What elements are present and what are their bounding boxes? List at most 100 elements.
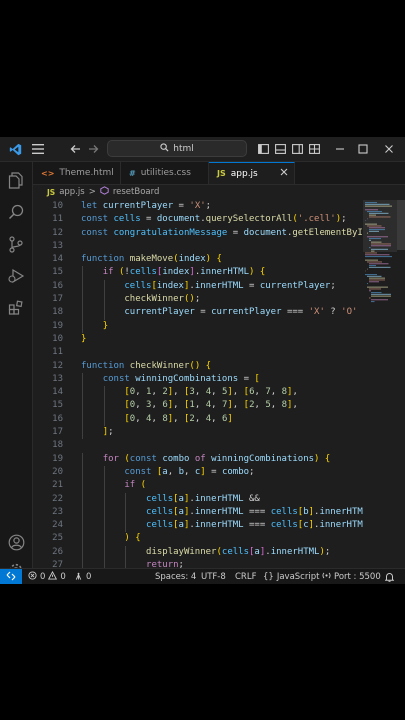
back-arrow-icon[interactable]	[68, 137, 82, 161]
indent-guide	[82, 519, 83, 533]
indent-guide	[82, 319, 83, 333]
indent-guide	[82, 306, 83, 320]
indentation-indicator[interactable]: Spaces: 4	[155, 569, 196, 584]
problems-indicator[interactable]: 0 0	[28, 569, 66, 584]
indent-guide	[82, 372, 83, 387]
indent-guide	[103, 505, 105, 520]
explorer-icon[interactable]	[0, 166, 32, 194]
code-line[interactable]: 20 const [a, b, c] = combo;	[33, 465, 363, 480]
code-line[interactable]: 18 currentPlayer = currentPlayer === 'X'…	[33, 306, 363, 320]
code-line[interactable]: 27 return;	[33, 559, 363, 568]
encoding-indicator[interactable]: UTF-8	[201, 569, 226, 584]
warning-icon	[48, 570, 58, 583]
command-center-search[interactable]: html	[107, 140, 247, 157]
minimap-line	[369, 212, 389, 214]
code-line[interactable]: 17 ];	[33, 426, 363, 440]
code-line[interactable]: 14 function makeMove(index) {	[33, 253, 363, 266]
minimize-icon[interactable]	[333, 137, 347, 161]
ports-indicator[interactable]: 0	[74, 569, 91, 584]
minimap-line	[371, 241, 382, 243]
code-line[interactable]: 16 cells[index].innerHTML = currentPlaye…	[33, 279, 363, 294]
minimap-line	[367, 286, 388, 288]
accounts-icon[interactable]	[0, 528, 32, 556]
customize-layout-icon[interactable]	[307, 137, 321, 161]
maximize-icon[interactable]	[356, 137, 370, 161]
language-mode-indicator[interactable]: {} JavaScript	[263, 569, 319, 584]
code-line[interactable]: 22 cells[a].innerHTML &&	[33, 492, 363, 506]
minimap-line	[365, 223, 377, 225]
tab-theme-html[interactable]: <> Theme.html	[33, 162, 121, 184]
js-file-icon: JS	[217, 169, 226, 178]
code-editor[interactable]: 10 let currentPlayer = 'X'; 11 const cells …	[33, 200, 363, 568]
code-line[interactable]: 24 cells[a].innerHTML === cells[c].inner…	[33, 519, 363, 533]
code-line[interactable]: 10}	[33, 333, 363, 346]
search-sidebar-icon[interactable]	[0, 198, 32, 226]
eol-indicator[interactable]: CRLF	[235, 569, 256, 584]
code-text: const winningCombinations = [	[102, 373, 260, 384]
code-line[interactable]: 10 let currentPlayer = 'X';	[33, 200, 363, 213]
source-control-icon[interactable]	[0, 230, 32, 258]
minimap-line	[369, 239, 371, 241]
minimap-line	[367, 236, 388, 238]
minimap[interactable]	[363, 200, 397, 568]
ports-count: 0	[86, 572, 92, 582]
line-number: 20	[52, 466, 63, 477]
extensions-icon[interactable]	[0, 294, 32, 322]
code-line[interactable]: 12 function checkWinner() {	[33, 360, 363, 373]
minimap-line	[365, 203, 390, 205]
toggle-secondary-sidebar-icon[interactable]	[290, 137, 304, 161]
breadcrumb-symbol[interactable]: resetBoard	[113, 187, 160, 197]
toggle-sidebar-icon[interactable]	[256, 137, 270, 161]
code-line[interactable]: 23 cells[a].innerHTML === cells[b].inner…	[33, 505, 363, 520]
code-text: return;	[146, 560, 184, 568]
remote-indicator[interactable]	[0, 569, 22, 584]
indent-guide	[82, 559, 83, 568]
menu-icon[interactable]	[30, 137, 46, 161]
run-debug-icon[interactable]	[0, 262, 32, 290]
code-line[interactable]: 26 displayWinner(cells[a].innerHTML);	[33, 545, 363, 560]
code-line[interactable]: 12 const congratulationMessage = document…	[33, 227, 363, 240]
code-line[interactable]: 21 if (	[33, 479, 363, 493]
line-number: 10	[52, 201, 63, 211]
minimap-line	[371, 295, 391, 297]
js-file-icon: JS	[47, 187, 56, 197]
tab-app-js[interactable]: JS app.js	[209, 162, 295, 184]
code-line[interactable]: 15 if (!cells[index].innerHTML) {	[33, 266, 363, 280]
line-number: 15	[52, 267, 63, 278]
code-text: function makeMove(index) {	[81, 254, 222, 265]
toggle-panel-icon[interactable]	[273, 137, 287, 161]
indent-guide	[125, 519, 127, 533]
code-line[interactable]: 18	[33, 439, 363, 452]
tab-utilities-css[interactable]: # utilities.css	[121, 162, 209, 184]
code-text: cells[a].innerHTML === cells[b].innerHTM	[146, 506, 363, 517]
breadcrumb-file[interactable]: app.js	[59, 187, 85, 197]
minimap-line	[365, 259, 378, 261]
code-line[interactable]: 13 const winningCombinations = [	[33, 372, 363, 387]
code-text: cells[a].innerHTML === cells[c].innerHTM	[146, 520, 363, 531]
code-line[interactable]: 16 [0, 4, 8], [2, 4, 6]	[33, 412, 363, 427]
indent-guide	[103, 412, 105, 427]
indent-guide	[82, 479, 83, 493]
code-line[interactable]: 17 checkWinner();	[33, 293, 363, 307]
line-number: 18	[52, 440, 63, 451]
code-line[interactable]: 11 const cells = document.querySelectorAl…	[33, 213, 363, 226]
code-line[interactable]: 11	[33, 346, 363, 359]
minimap-line	[369, 263, 389, 265]
indent-guide	[82, 399, 83, 413]
radio-tower-icon	[74, 571, 83, 583]
line-number: 26	[52, 546, 63, 557]
code-line[interactable]: 14 [0, 1, 2], [3, 4, 5], [6, 7, 8],	[33, 386, 363, 400]
code-line[interactable]: 13	[33, 240, 363, 253]
code-line[interactable]: 15 [0, 3, 6], [1, 4, 7], [2, 5, 8],	[33, 399, 363, 413]
scrollbar-thumb[interactable]	[397, 200, 405, 250]
forward-arrow-icon[interactable]	[86, 137, 100, 161]
code-text: ) {	[124, 533, 141, 544]
code-line[interactable]: 19 }	[33, 319, 363, 333]
close-tab-icon[interactable]	[280, 168, 288, 179]
minimap-line	[365, 274, 377, 276]
live-server-port[interactable]: Port : 5500	[322, 569, 381, 584]
code-line[interactable]: 25 ) {	[33, 532, 363, 546]
notifications-bell-icon[interactable]	[385, 569, 394, 584]
code-line[interactable]: 19 for (const combo of winningCombinatio…	[33, 452, 363, 466]
close-window-icon[interactable]	[382, 137, 396, 161]
